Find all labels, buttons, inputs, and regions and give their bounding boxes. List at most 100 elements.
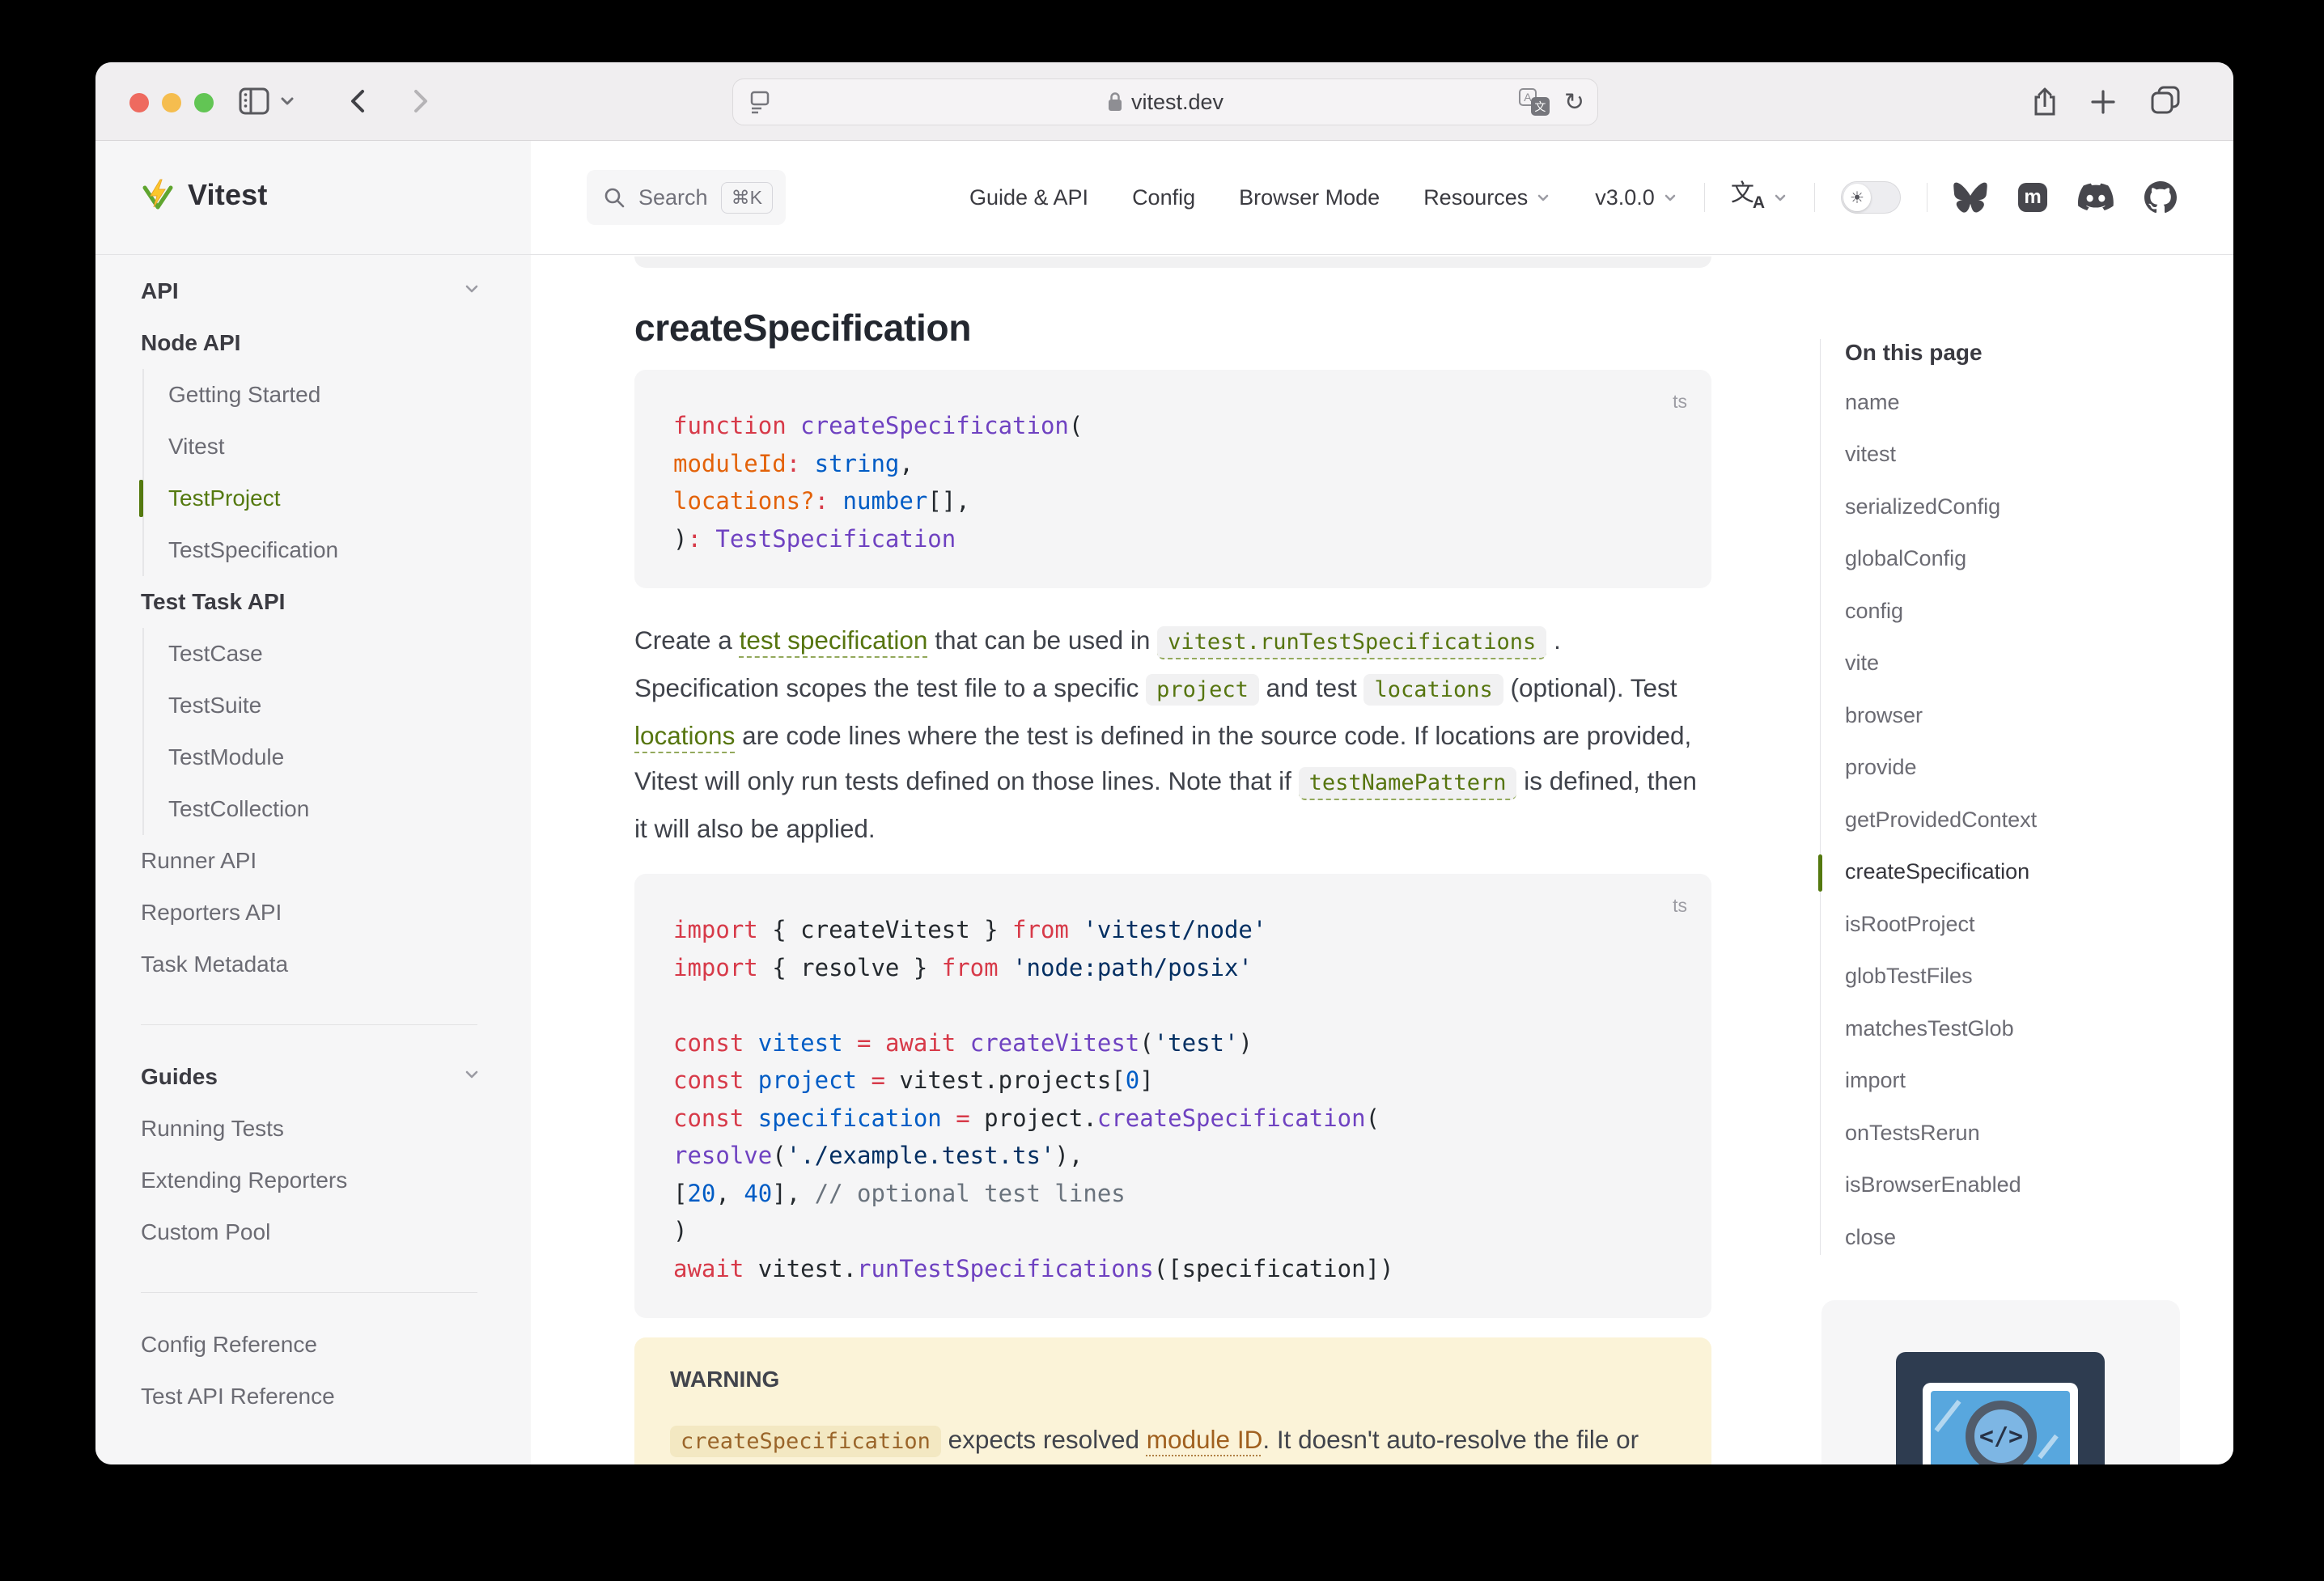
warning-title: WARNING	[670, 1367, 1676, 1392]
code-line: ): TestSpecification	[673, 520, 1673, 558]
code-block-signature: ts function createSpecification( moduleI…	[634, 370, 1711, 588]
chevron-down-icon	[278, 85, 296, 117]
code-lang-tag: ts	[1673, 887, 1687, 925]
toc-item-vite[interactable]: vite	[1845, 638, 2217, 690]
toc-item-vitest[interactable]: vitest	[1845, 429, 2217, 481]
divider	[1814, 183, 1815, 212]
sidebar-link-custom-pool[interactable]: Custom Pool	[141, 1206, 531, 1258]
bluesky-icon[interactable]	[1953, 182, 1987, 213]
nav-version[interactable]: v3.0.0	[1595, 185, 1678, 210]
toc-item-serializedconfig[interactable]: serializedConfig	[1845, 481, 2217, 533]
sidebar-item-testmodule[interactable]: TestModule	[144, 731, 531, 783]
back-button[interactable]	[343, 85, 372, 117]
sponsor-card[interactable]: </>	[1821, 1300, 2180, 1464]
browser-window: vitest.dev A 文 ↻	[95, 62, 2233, 1464]
sidebar-link-running-tests[interactable]: Running Tests	[141, 1103, 531, 1155]
code-line: const project = vitest.projects[0]	[673, 1062, 1673, 1100]
search-icon	[603, 186, 626, 209]
toc-item-import[interactable]: import	[1845, 1055, 2217, 1108]
code-line: const vitest = await createVitest('test'…	[673, 1024, 1673, 1062]
sidebar-toggle-icon[interactable]	[238, 85, 296, 117]
nav-browser-mode[interactable]: Browser Mode	[1239, 185, 1380, 210]
sidebar-group: Getting StartedVitestTestProjectTestSpec…	[142, 369, 531, 576]
code-line: [20, 40], // optional test lines	[673, 1175, 1673, 1213]
mastodon-icon[interactable]: m	[2018, 183, 2047, 212]
theme-toggle[interactable]: ☀	[1841, 181, 1901, 214]
toc-title: On this page	[1845, 329, 2217, 376]
sidebar-link-task-metadata[interactable]: Task Metadata	[141, 939, 531, 990]
toc-item-isbrowserenabled[interactable]: isBrowserEnabled	[1845, 1159, 2217, 1212]
warning-callout: WARNING createSpecification expects reso…	[634, 1337, 1711, 1464]
code-line: import { resolve } from 'node:path/posix…	[673, 949, 1673, 987]
sidebar-link-reporters-api[interactable]: Reporters API	[141, 887, 531, 939]
toc-item-getprovidedcontext[interactable]: getProvidedContext	[1845, 794, 2217, 846]
sidebar-group: TestCaseTestSuiteTestModuleTestCollectio…	[142, 628, 531, 835]
logo-text: Vitest	[188, 178, 268, 212]
sidebar-section-node-api[interactable]: Node API	[141, 317, 531, 369]
toc-item-globtestfiles[interactable]: globTestFiles	[1845, 951, 2217, 1003]
inline-code: locations	[1363, 674, 1503, 706]
sidebar-item-testspecification[interactable]: TestSpecification	[144, 524, 531, 576]
toc-item-globalconfig[interactable]: globalConfig	[1845, 533, 2217, 586]
toc-item-provide[interactable]: provide	[1845, 742, 2217, 795]
sidebar-link-runner-api[interactable]: Runner API	[141, 835, 531, 887]
nav-config[interactable]: Config	[1132, 185, 1195, 210]
github-icon[interactable]	[2144, 181, 2177, 214]
divider	[141, 1024, 477, 1025]
toc-item-createspecification[interactable]: createSpecification	[1845, 846, 2217, 899]
inline-code-link[interactable]: vitest.runTestSpecifications	[1157, 626, 1546, 659]
new-tab-icon[interactable]	[2088, 85, 2118, 119]
close-window-button[interactable]	[129, 93, 149, 112]
chevron-down-icon	[1662, 189, 1678, 206]
inline-link[interactable]: module ID	[1147, 1425, 1263, 1454]
toc-item-ontestsrerun[interactable]: onTestsRerun	[1845, 1107, 2217, 1159]
toc-item-browser[interactable]: browser	[1845, 689, 2217, 742]
reload-icon[interactable]: ↻	[1564, 88, 1584, 117]
code-line: )	[673, 1212, 1673, 1250]
inline-code-link[interactable]: testNamePattern	[1299, 767, 1517, 800]
toc-item-matchestestglob[interactable]: matchesTestGlob	[1845, 1002, 2217, 1055]
vitest-logo[interactable]: Vitest	[141, 178, 268, 212]
inline-link[interactable]: test specification	[740, 625, 928, 655]
tab-overview-icon[interactable]	[2149, 85, 2182, 119]
divider	[1704, 183, 1705, 212]
nav-resources[interactable]: Resources	[1423, 185, 1551, 210]
sidebar-item-getting-started[interactable]: Getting Started	[144, 369, 531, 421]
lock-icon	[1107, 91, 1123, 113]
sidebar-section-api[interactable]: API	[141, 265, 531, 317]
sidebar-section-test-task-api[interactable]: Test Task API	[141, 576, 531, 628]
nav-guide-api[interactable]: Guide & API	[969, 185, 1088, 210]
toc-item-isrootproject[interactable]: isRootProject	[1845, 898, 2217, 951]
sidebar-link-test-api-reference[interactable]: Test API Reference	[141, 1371, 531, 1422]
language-menu[interactable]: 文A	[1731, 182, 1788, 213]
discord-icon[interactable]	[2078, 183, 2114, 212]
share-icon[interactable]	[2029, 85, 2060, 119]
code-line: await vitest.runTestSpecifications([spec…	[673, 1250, 1673, 1288]
toc-item-close[interactable]: close	[1845, 1211, 2217, 1264]
top-nav: Guide & API Config Browser Mode Resource…	[926, 141, 2177, 254]
sidebar-item-testsuite[interactable]: TestSuite	[144, 680, 531, 731]
sidebar-item-testproject[interactable]: TestProject	[144, 473, 531, 524]
code-line: function createSpecification(	[673, 407, 1673, 445]
sidebar-link-config-reference[interactable]: Config Reference	[141, 1319, 531, 1371]
forward-button[interactable]	[406, 85, 435, 117]
sidebar-link-extending-reporters[interactable]: Extending Reporters	[141, 1155, 531, 1206]
zoom-window-button[interactable]	[194, 93, 214, 112]
toc-item-name[interactable]: name	[1845, 376, 2217, 429]
code-line: import { createVitest } from 'vitest/nod…	[673, 911, 1673, 949]
sidebar-item-vitest[interactable]: Vitest	[144, 421, 531, 473]
search-button[interactable]: Search ⌘K	[587, 170, 786, 225]
minimize-window-button[interactable]	[162, 93, 181, 112]
search-shortcut: ⌘K	[721, 182, 773, 214]
inline-link[interactable]: locations	[634, 721, 735, 750]
address-bar[interactable]: vitest.dev A 文 ↻	[732, 78, 1598, 125]
sidebar-section-guides[interactable]: Guides	[141, 1051, 531, 1103]
toc-item-config[interactable]: config	[1845, 585, 2217, 638]
sidebar-item-testcase[interactable]: TestCase	[144, 628, 531, 680]
translate-icon[interactable]: A 文	[1519, 88, 1550, 116]
doc-article: createSpecification ts function createSp…	[634, 255, 1711, 1464]
chevron-down-icon	[461, 278, 482, 299]
sidebar-item-testcollection[interactable]: TestCollection	[144, 783, 531, 835]
sidebar-nav: APINode APIGetting StartedVitestTestProj…	[141, 265, 531, 1422]
url-text: vitest.dev	[1131, 90, 1223, 115]
